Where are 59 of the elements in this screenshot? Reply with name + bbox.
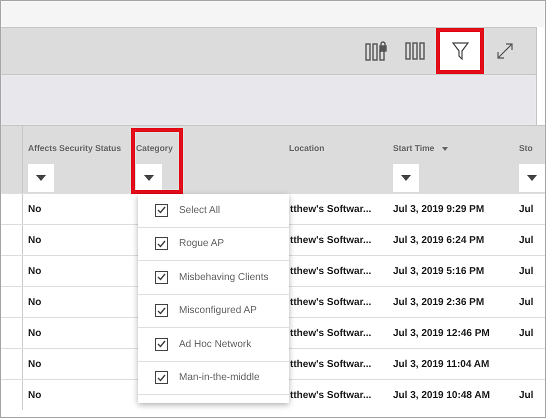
filter-dropdown[interactable] xyxy=(393,164,419,192)
caret-icon xyxy=(527,175,537,181)
menu-item[interactable]: Rogue AP xyxy=(138,228,289,261)
table-cell-text: tthew's Softwar... xyxy=(290,202,372,216)
table-cell-text: No xyxy=(28,358,42,372)
table-cell-text: No xyxy=(28,296,42,310)
highlight-frame xyxy=(131,128,183,194)
filter-dropdown[interactable] xyxy=(519,164,545,192)
filter-dropdown[interactable] xyxy=(28,164,54,192)
checkbox[interactable] xyxy=(155,371,168,384)
sort-caret-icon xyxy=(442,147,448,151)
table-cell-text: tthew's Softwar... xyxy=(290,326,372,340)
table-cell-text: Jul xyxy=(519,234,534,248)
checkbox[interactable] xyxy=(155,338,168,351)
caret-icon xyxy=(36,175,46,181)
table-cell-text: No xyxy=(28,326,42,340)
table-cell-text: tthew's Softwar... xyxy=(290,264,372,278)
columns-icon xyxy=(405,42,425,60)
table-cell-text: Jul xyxy=(519,388,534,402)
column-header[interactable]: Category xyxy=(136,142,173,155)
menu-item[interactable]: Select All xyxy=(138,194,289,228)
filter-icon xyxy=(452,42,468,60)
table-cell-text: tthew's Softwar... xyxy=(290,296,372,310)
caret-icon xyxy=(401,175,411,181)
table-cell-text: Jul 3, 2019 9:29 PM xyxy=(393,202,484,216)
table-cell-text: Jul 3, 2019 2:36 PM xyxy=(393,296,484,310)
menu-item[interactable]: Misconfigured AP xyxy=(138,294,289,328)
table-cell-text: No xyxy=(28,388,42,402)
checkbox[interactable] xyxy=(155,237,168,250)
table-cell-text: No xyxy=(28,264,42,278)
checkbox[interactable] xyxy=(155,270,168,284)
filter-dropdown[interactable] xyxy=(136,164,162,192)
column-header[interactable]: Sto xyxy=(519,142,533,155)
table-cell-text: Jul xyxy=(519,264,534,278)
table-cell-text: Jul 3, 2019 6:24 PM xyxy=(393,234,484,248)
menu-item[interactable]: Misbehaving Clients xyxy=(138,261,289,294)
table-cell-text: Jul 3, 2019 5:16 PM xyxy=(393,264,484,278)
expand-icon xyxy=(496,42,514,60)
checkbox[interactable] xyxy=(155,204,168,217)
caret-icon xyxy=(144,175,154,181)
table-cell-text: tthew's Softwar... xyxy=(290,358,372,372)
table-cell-text: No xyxy=(28,202,42,216)
table-cell-text: tthew's Softwar... xyxy=(290,234,372,248)
menu-item[interactable]: Man-in-the-middle xyxy=(138,362,289,395)
checkbox[interactable] xyxy=(155,304,168,318)
table-cell-text: Jul xyxy=(519,296,534,310)
menu-item[interactable]: Ad Hoc Network xyxy=(138,328,289,362)
lock-columns-icon xyxy=(365,41,389,61)
table-cell-text: Jul 3, 2019 12:46 PM xyxy=(393,326,490,340)
table-cell-text: Jul 3, 2019 11:04 AM xyxy=(393,358,490,372)
table-cell-text: Jul xyxy=(519,202,534,216)
column-header[interactable]: Location xyxy=(289,142,324,155)
column-header[interactable]: Start Time xyxy=(393,142,434,155)
table-cell-text: tthew's Softwar... xyxy=(290,388,372,402)
table-cell-text: Jul xyxy=(519,326,534,340)
column-header[interactable]: Affects Security Status xyxy=(28,142,122,155)
table-cell-text: Jul 3, 2019 10:48 AM xyxy=(393,388,490,402)
table-cell-text: No xyxy=(28,234,42,248)
filter-button[interactable] xyxy=(436,28,484,74)
